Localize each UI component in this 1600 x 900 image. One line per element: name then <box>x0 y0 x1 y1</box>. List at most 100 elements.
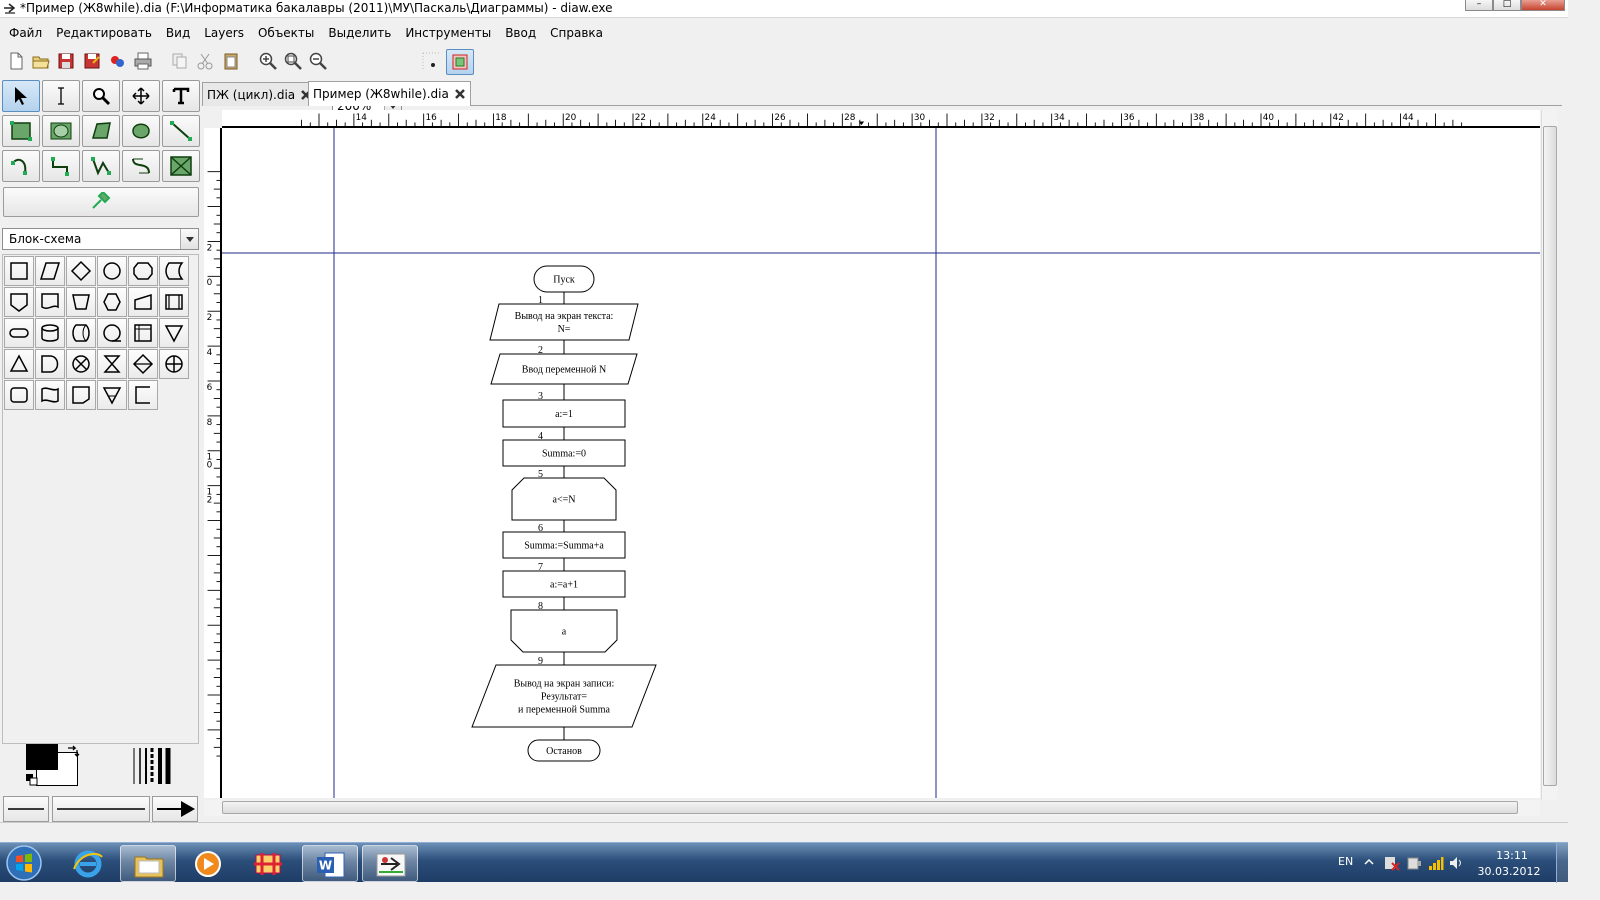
menu-layers[interactable]: Layers <box>197 24 251 42</box>
shape-manual-operation[interactable] <box>66 287 96 317</box>
menu-select[interactable]: Выделить <box>321 24 398 42</box>
shape-direct-access[interactable] <box>66 318 96 348</box>
menu-file[interactable]: Файл <box>0 24 49 42</box>
close-icon[interactable] <box>454 88 466 100</box>
flow-node-end[interactable]: Останов <box>527 739 601 762</box>
close-window-button[interactable]: ✕ <box>1521 0 1565 11</box>
start-arrow-button[interactable] <box>3 796 49 822</box>
taskbar-paint-app[interactable] <box>240 845 296 882</box>
print-icon[interactable] <box>133 51 153 71</box>
menu-view[interactable]: Вид <box>159 24 197 42</box>
tab-pzh-cycle[interactable]: ПЖ (цикл).dia <box>202 82 318 106</box>
clock-time[interactable]: 13:11 <box>1484 849 1540 862</box>
shape-offline-storage[interactable] <box>97 380 127 410</box>
swap-colors-icon[interactable] <box>66 744 80 758</box>
shape-summing-junction[interactable] <box>66 349 96 379</box>
shape-or[interactable] <box>159 349 189 379</box>
shape-merge[interactable] <box>159 318 189 348</box>
zoom-out-icon[interactable] <box>308 51 328 71</box>
shape-sequential-access[interactable] <box>97 318 127 348</box>
paste-icon[interactable] <box>221 51 241 71</box>
shape-data[interactable] <box>35 256 65 286</box>
save-icon[interactable] <box>56 51 76 71</box>
line-width-icon[interactable] <box>130 746 174 786</box>
menu-edit[interactable]: Редактировать <box>49 24 159 42</box>
menu-objects[interactable]: Объекты <box>251 24 321 42</box>
shape-alternate-process[interactable] <box>4 380 34 410</box>
show-hidden-icons-icon[interactable] <box>1364 857 1374 867</box>
flow-node-n9[interactable]: Вывод на экран записи: Результат= и переме… <box>471 656 657 728</box>
vertical-scroll-thumb[interactable] <box>1543 126 1557 786</box>
shape-collate[interactable] <box>97 349 127 379</box>
magnify-tool[interactable] <box>82 80 120 112</box>
clock-date[interactable]: 30.03.2012 <box>1476 865 1542 878</box>
arc-tool[interactable] <box>2 150 40 182</box>
taskbar-word[interactable]: W <box>302 845 358 882</box>
taskbar-internet-explorer[interactable] <box>60 845 116 882</box>
show-desktop-button[interactable] <box>1556 843 1568 883</box>
menu-help[interactable]: Справка <box>543 24 610 42</box>
snap-grid-icon[interactable] <box>421 51 441 71</box>
horizontal-scrollbar[interactable] <box>204 800 1540 816</box>
minimize-button[interactable]: – <box>1465 0 1493 11</box>
network-signal-icon[interactable] <box>1428 855 1444 871</box>
polyline-tool[interactable] <box>82 150 120 182</box>
polygon-tool[interactable] <box>82 115 120 147</box>
beziergon-tool[interactable] <box>122 115 160 147</box>
shape-card[interactable] <box>66 380 96 410</box>
line-tool[interactable] <box>162 115 200 147</box>
shape-terminal[interactable] <box>4 318 34 348</box>
shape-document[interactable] <box>35 287 65 317</box>
shape-decision[interactable] <box>66 256 96 286</box>
shape-stored-data[interactable] <box>159 256 189 286</box>
flow-node-start[interactable]: Пуск <box>533 265 595 293</box>
image-tool[interactable] <box>162 150 200 182</box>
ellipse-tool[interactable] <box>42 115 80 147</box>
save-as-icon[interactable] <box>82 51 102 71</box>
outline-tool[interactable] <box>3 187 199 217</box>
sheet-select[interactable]: Блок-схема <box>2 228 199 250</box>
shape-offpage[interactable] <box>4 287 34 317</box>
taskbar-dia[interactable] <box>362 845 418 882</box>
end-arrow-button[interactable] <box>152 796 198 822</box>
power-icon[interactable] <box>1406 855 1422 871</box>
zoom-fit-icon[interactable] <box>283 51 303 71</box>
bezier-line-tool[interactable] <box>122 150 160 182</box>
action-center-icon[interactable] <box>1384 855 1400 871</box>
line-style-button[interactable] <box>52 796 150 822</box>
volume-icon[interactable] <box>1448 855 1464 871</box>
snap-object-button[interactable] <box>446 49 474 75</box>
taskbar-media-player[interactable] <box>180 845 236 882</box>
shape-extract[interactable] <box>4 349 34 379</box>
taskbar-file-explorer[interactable] <box>120 845 176 882</box>
cut-icon[interactable] <box>195 51 215 71</box>
menu-input[interactable]: Ввод <box>498 24 543 42</box>
zigzag-line-tool[interactable] <box>42 150 80 182</box>
new-file-icon[interactable] <box>6 51 26 71</box>
shape-annotation[interactable] <box>128 380 158 410</box>
shape-delay[interactable] <box>35 349 65 379</box>
maximize-button[interactable]: □ <box>1493 0 1521 11</box>
text-tool[interactable] <box>162 80 200 112</box>
copy-icon[interactable] <box>170 51 190 71</box>
windows-start-icon[interactable] <box>4 844 44 882</box>
shape-predefined-process[interactable] <box>159 287 189 317</box>
chevron-down-icon[interactable] <box>180 229 198 249</box>
language-indicator[interactable]: EN <box>1338 855 1353 868</box>
foreground-color-swatch[interactable] <box>26 744 58 770</box>
scroll-tool[interactable] <box>122 80 160 112</box>
open-folder-icon[interactable] <box>31 51 51 71</box>
text-edit-tool[interactable] <box>42 80 80 112</box>
default-colors-icon[interactable] <box>26 774 38 786</box>
shape-manual-input[interactable] <box>128 287 158 317</box>
zoom-in-icon[interactable] <box>258 51 278 71</box>
shape-connector[interactable] <box>97 256 127 286</box>
shape-display[interactable] <box>97 287 127 317</box>
horizontal-scroll-thumb[interactable] <box>222 801 1518 814</box>
box-tool[interactable] <box>2 115 40 147</box>
tab-example-while[interactable]: Пример (Ж8while).dia <box>308 81 471 106</box>
menu-tools[interactable]: Инструменты <box>398 24 498 42</box>
shape-internal-storage[interactable] <box>128 318 158 348</box>
shape-process[interactable] <box>4 256 34 286</box>
diagram-canvas[interactable]: Пуск Вывод на экран текста: N= 1 Ввод переме… <box>222 128 1540 798</box>
